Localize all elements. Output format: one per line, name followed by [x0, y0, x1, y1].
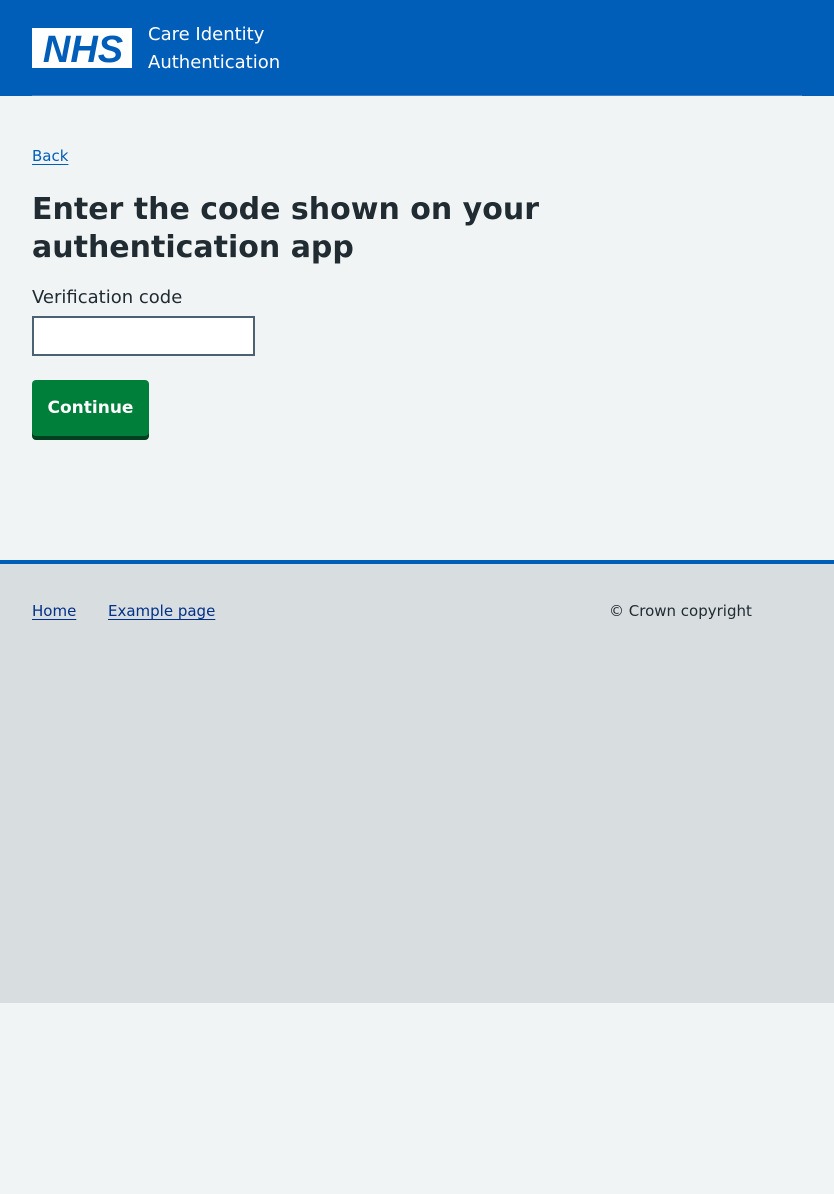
- continue-button[interactable]: Continue: [32, 380, 149, 436]
- page-title: Enter the code shown on your authenticat…: [32, 192, 539, 265]
- verification-code-input[interactable]: [32, 316, 255, 356]
- back-link[interactable]: Back: [32, 146, 68, 166]
- site-header: NHS Care Identity Authentication: [0, 0, 834, 96]
- service-name-line1: Care Identity: [148, 24, 265, 45]
- service-name-line2: Authentication: [148, 52, 281, 73]
- site-footer: Home Example page © Crown copyright: [0, 560, 834, 1003]
- footer-link-home[interactable]: Home: [32, 600, 76, 622]
- service-name: Care Identity Authentication: [148, 21, 328, 77]
- copyright-text: © Crown copyright: [609, 602, 752, 620]
- verification-code-label: Verification code: [32, 287, 183, 308]
- svg-text:NHS: NHS: [43, 29, 123, 68]
- nhs-logo-icon[interactable]: NHS: [32, 28, 132, 68]
- header-divider: [32, 95, 802, 96]
- footer-link-example-page[interactable]: Example page: [108, 600, 215, 622]
